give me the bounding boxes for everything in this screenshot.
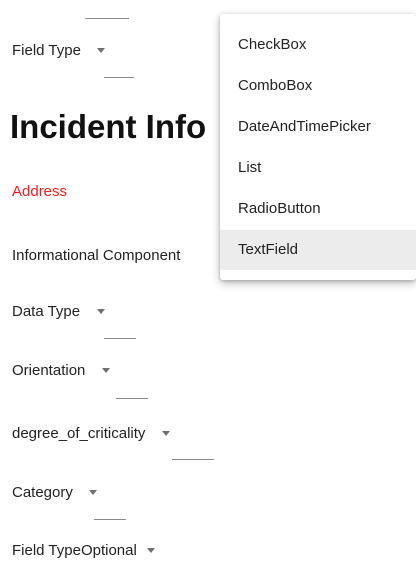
menu-item-list[interactable]: List — [220, 148, 416, 188]
address-label: Address — [12, 183, 68, 200]
field-type-label: Field Type — [12, 542, 81, 559]
field-type-select[interactable]: Field Type — [12, 42, 106, 60]
informational-component-label: Informational Component — [12, 247, 181, 264]
field-underline — [94, 519, 126, 520]
field-underline — [172, 459, 214, 460]
field-underline — [104, 77, 134, 78]
degree-of-criticality-select[interactable]: degree_of_criticality — [12, 425, 170, 443]
form-page: Field Type Incident Info Address Informa… — [0, 0, 416, 574]
field-underline — [116, 398, 148, 399]
data-type-label: Data Type — [12, 303, 81, 320]
chevron-down-icon[interactable] — [89, 490, 98, 496]
field-underline — [85, 18, 129, 19]
chevron-down-icon[interactable] — [161, 431, 170, 437]
orientation-select[interactable]: Orientation — [12, 362, 110, 380]
category-label: Category — [12, 484, 73, 501]
chevron-down-icon[interactable] — [97, 48, 106, 54]
field-type-value: Optional — [80, 542, 137, 559]
chevron-down-icon[interactable] — [101, 368, 110, 374]
menu-item-combobox[interactable]: ComboBox — [220, 66, 416, 106]
field-type-dropdown-menu: CheckBox ComboBox DateAndTimePicker List… — [220, 14, 416, 280]
category-select[interactable]: Category — [12, 484, 98, 502]
menu-item-checkbox[interactable]: CheckBox — [220, 25, 416, 65]
field-type-select[interactable]: Field TypeOptional — [12, 542, 156, 560]
orientation-label: Orientation — [12, 362, 86, 379]
field-type-label: Field Type — [12, 42, 81, 59]
chevron-down-icon[interactable] — [96, 309, 105, 315]
menu-item-dateandtimepicker[interactable]: DateAndTimePicker — [220, 107, 416, 147]
menu-item-radiobutton[interactable]: RadioButton — [220, 189, 416, 229]
section-title: Incident Info — [10, 108, 207, 145]
menu-item-textfield[interactable]: TextField — [220, 230, 416, 270]
data-type-select[interactable]: Data Type — [12, 303, 105, 321]
chevron-down-icon[interactable] — [147, 548, 156, 554]
degree-of-criticality-label: degree_of_criticality — [12, 425, 146, 442]
field-underline — [104, 338, 136, 339]
